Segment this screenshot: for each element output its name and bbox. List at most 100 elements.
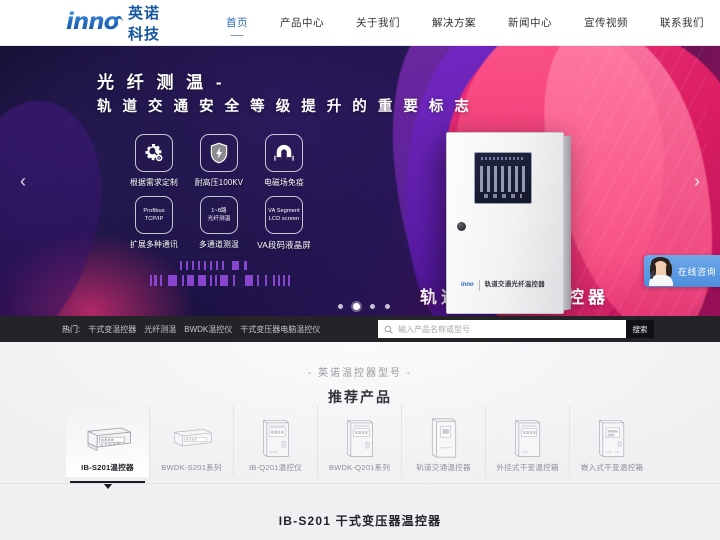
device-display bbox=[474, 152, 532, 204]
product-device-image: inno 轨道交通光纤温控器 bbox=[446, 132, 571, 314]
feature-label: VA段码液晶屏 bbox=[257, 240, 311, 250]
product-tab-label: 轨道交通温控器 bbox=[416, 463, 471, 472]
carousel-prev-arrow[interactable]: ‹ bbox=[12, 170, 34, 192]
lcd-text-badge: VA Segment LCD screen bbox=[265, 196, 303, 234]
main-nav: 首页 产品中心 关于我们 解决方案 新闻中心 宣传视频 联系我们 bbox=[210, 0, 720, 45]
hot-keywords-label: 热门: bbox=[62, 324, 81, 334]
device-divider bbox=[478, 280, 480, 291]
search-form: 搜索 bbox=[378, 320, 654, 338]
product-tab-label: IB-Q201温控仪 bbox=[248, 463, 303, 472]
feature-label: 电磁场免疫 bbox=[264, 178, 304, 187]
feature-label: 耐高压100KV bbox=[194, 178, 244, 187]
selected-product-name: IB-S201 干式变压器温控器 bbox=[278, 514, 442, 528]
nav-item-news[interactable]: 新闻中心 bbox=[492, 0, 568, 45]
product-tab-label: BWDK-S201系列 bbox=[161, 463, 222, 472]
logo-chinese-name: 英诺科技 bbox=[127, 4, 160, 43]
badge-line-1: VA Segment bbox=[268, 207, 300, 214]
device-branding: inno 轨道交通光纤温控器 bbox=[461, 280, 545, 291]
product-tab-ib-q201[interactable]: IB-Q201温控仪 bbox=[234, 405, 318, 477]
feature-label: 扩展多种通讯 bbox=[130, 240, 178, 249]
nav-item-about[interactable]: 关于我们 bbox=[340, 0, 416, 45]
product-thumbnail bbox=[583, 418, 641, 458]
gear-icon bbox=[135, 134, 173, 172]
product-tab-label: 嵌入式干变温控箱 bbox=[580, 463, 644, 472]
product-tab-embedded[interactable]: 嵌入式干变温控箱 bbox=[570, 405, 654, 477]
carousel-next-arrow[interactable]: › bbox=[686, 170, 708, 192]
logo-swoosh-icon bbox=[113, 14, 124, 25]
search-input[interactable] bbox=[398, 324, 620, 334]
search-bar: 热门: 干式变温控器 光纤测温 BWDK温控仪 干式变压器电脑温控仪 搜索 bbox=[0, 316, 720, 342]
nav-item-solutions[interactable]: 解决方案 bbox=[416, 0, 492, 45]
logo-wordmark: inno bbox=[66, 9, 119, 35]
nav-item-video[interactable]: 宣传视频 bbox=[568, 0, 644, 45]
feature-emi-immune: 电磁场免疫 bbox=[254, 134, 314, 188]
product-tabs: IB-S201温控器 BWDK-S201系列 IB-Q201温控仪 BWDK-Q… bbox=[0, 405, 720, 489]
display-digits bbox=[480, 166, 526, 192]
badge-line-1: 1~8路 bbox=[211, 207, 227, 214]
hot-keyword-2[interactable]: 光纤测温 bbox=[144, 324, 176, 335]
badge-line-2: 光纤测温 bbox=[207, 216, 231, 222]
barcode-decoration bbox=[150, 261, 290, 286]
hero-content: 光 纤 测 温 - 轨 道 交 通 安 全 等 级 提 升 的 重 要 标 志 … bbox=[0, 46, 720, 316]
nav-item-contact[interactable]: 联系我们 bbox=[644, 0, 720, 45]
product-tab-ib-s201[interactable]: IB-S201温控器 bbox=[66, 405, 150, 489]
feature-protocols: Profibus TCP/IP 扩展多种通讯 bbox=[124, 196, 184, 251]
product-tab-label: IB-S201温控器 bbox=[81, 463, 134, 472]
section-subtitle: - 英诺温控器型号 - bbox=[307, 368, 413, 379]
device-lock-knob bbox=[457, 222, 466, 231]
feature-label: 根据需求定制 bbox=[130, 178, 178, 187]
hot-keyword-1[interactable]: 干式变温控器 bbox=[88, 324, 136, 335]
hero-subtitle: 轨 道 交 通 安 全 等 级 提 升 的 重 要 标 志 bbox=[97, 99, 473, 115]
nav-item-products[interactable]: 产品中心 bbox=[264, 0, 340, 45]
display-header-row bbox=[481, 157, 525, 160]
product-thumbnail bbox=[247, 418, 305, 458]
search-button[interactable]: 搜索 bbox=[626, 320, 654, 338]
badge-line-2: TCP/IP bbox=[144, 216, 164, 222]
hot-keywords: 热门: 干式变温控器 光纤测温 BWDK温控仪 干式变压器电脑温控仪 bbox=[62, 324, 320, 335]
carousel-dots bbox=[338, 303, 390, 310]
protocol-text-badge: Profibus TCP/IP bbox=[135, 196, 173, 234]
hero-feature-list: 根据需求定制 耐高压100KV 电磁场免疫 Profibus TCP/IP 扩展… bbox=[124, 134, 319, 251]
shield-lightning-icon bbox=[200, 134, 238, 172]
hot-keyword-3[interactable]: BWDK温控仪 bbox=[184, 324, 232, 335]
search-icon bbox=[384, 325, 393, 334]
device-body: inno 轨道交通光纤温控器 bbox=[446, 132, 564, 314]
site-header: inno 英诺科技 首页 产品中心 关于我们 解决方案 新闻中心 宣传视频 联系… bbox=[0, 0, 720, 46]
hero-carousel: 光 纤 测 温 - 轨 道 交 通 安 全 等 级 提 升 的 重 要 标 志 … bbox=[0, 46, 720, 316]
carousel-dot-4[interactable] bbox=[385, 304, 390, 309]
product-thumbnail bbox=[499, 418, 557, 458]
search-box[interactable] bbox=[378, 320, 626, 338]
carousel-dot-2[interactable] bbox=[353, 303, 360, 310]
badge-line-1: Profibus bbox=[143, 207, 165, 214]
site-logo[interactable]: inno 英诺科技 bbox=[66, 2, 170, 44]
carousel-dot-3[interactable] bbox=[370, 304, 375, 309]
feature-channels: 1~8路 光纤测温 多通道测温 bbox=[189, 196, 249, 251]
device-model-label: 轨道交通光纤温控器 bbox=[484, 281, 545, 289]
hot-keyword-4[interactable]: 干式变压器电脑温控仪 bbox=[240, 324, 320, 335]
product-tab-rail-transit[interactable]: 轨道交通温控器 bbox=[402, 405, 486, 477]
badge-line-2: LCD screen bbox=[268, 216, 300, 222]
feature-label: 多通道测温 bbox=[199, 240, 239, 249]
section-title: 推荐产品 bbox=[328, 389, 392, 405]
magnet-icon bbox=[265, 134, 303, 172]
feature-high-voltage: 耐高压100KV bbox=[189, 134, 249, 188]
chat-widget-label: 在线咨询 bbox=[678, 266, 717, 277]
product-tab-label: BWDK-Q201系列 bbox=[328, 463, 391, 472]
product-tab-external-mount[interactable]: 外挂式干变温控箱 bbox=[486, 405, 570, 477]
avatar bbox=[647, 256, 675, 286]
hero-title: 光 纤 测 温 - bbox=[97, 73, 226, 92]
device-logo: inno bbox=[461, 282, 474, 289]
product-thumbnail bbox=[79, 418, 137, 458]
feature-custom: 根据需求定制 bbox=[124, 134, 184, 188]
product-thumbnail bbox=[331, 418, 389, 458]
carousel-dot-1[interactable] bbox=[338, 304, 343, 309]
feature-lcd: VA Segment LCD screen VA段码液晶屏 bbox=[254, 196, 314, 251]
homepage: inno 英诺科技 首页 产品中心 关于我们 解决方案 新闻中心 宣传视频 联系… bbox=[0, 0, 720, 540]
channels-text-badge: 1~8路 光纤测温 bbox=[200, 196, 238, 234]
product-tab-bwdk-q201[interactable]: BWDK-Q201系列 bbox=[318, 405, 402, 477]
product-thumbnail bbox=[415, 418, 473, 458]
product-tab-bwdk-s201[interactable]: BWDK-S201系列 bbox=[150, 405, 234, 477]
online-chat-widget[interactable]: 在线咨询 bbox=[644, 255, 720, 287]
nav-item-home[interactable]: 首页 bbox=[210, 0, 264, 45]
recommended-products-section: - 英诺温控器型号 - 推荐产品 IB-S201温控器 BWDK-S201系列 … bbox=[0, 342, 720, 540]
